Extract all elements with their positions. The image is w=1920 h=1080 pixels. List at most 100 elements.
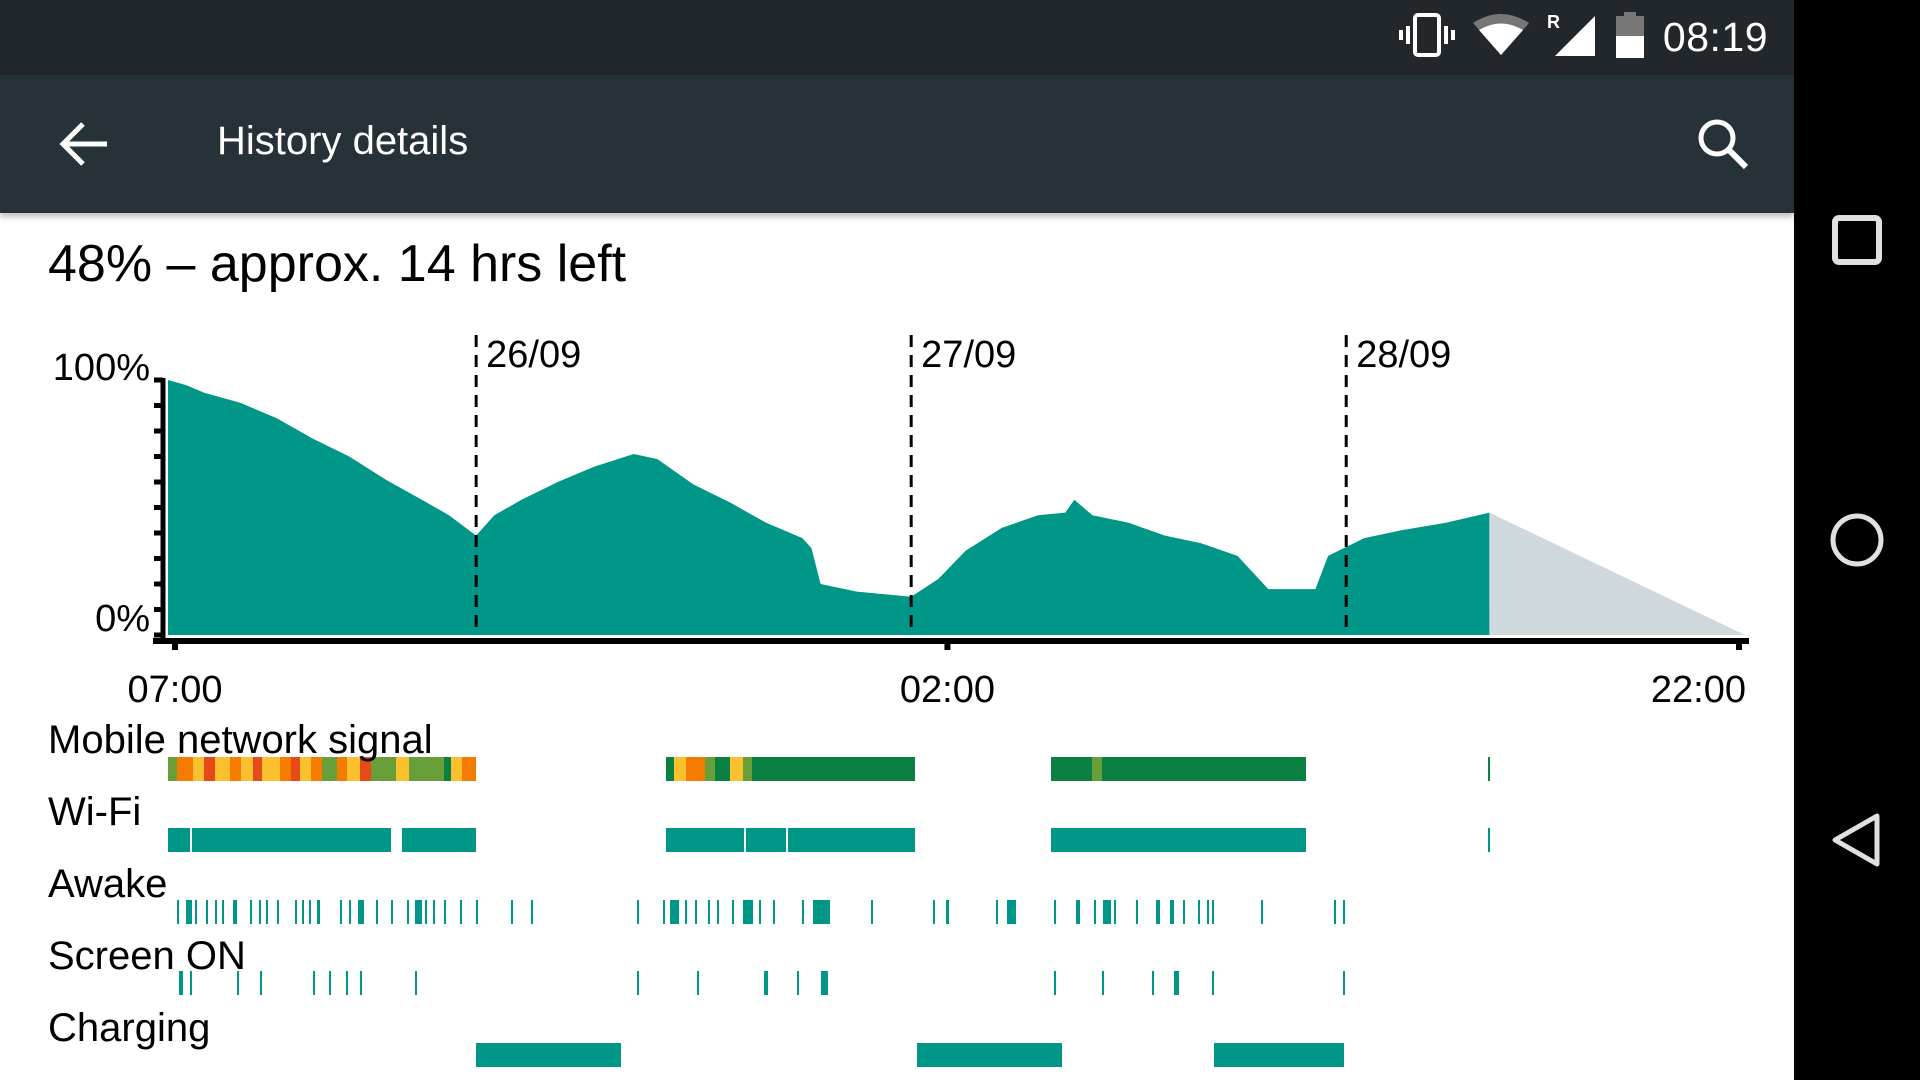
awake-segment [432, 900, 435, 924]
awake-segment [316, 900, 321, 924]
awake-segment [1333, 900, 1336, 924]
screen-on-segment [697, 971, 700, 995]
awake-segment [390, 900, 393, 924]
charging-track [0, 1043, 1794, 1067]
mobile-network-signal-segment [443, 757, 451, 781]
wifi-segment [168, 828, 190, 852]
awake-segment [309, 900, 312, 924]
awake-segment [1155, 900, 1160, 924]
awake-segment [758, 900, 761, 924]
awake-segment [802, 900, 805, 924]
wifi-segment [401, 828, 477, 852]
awake-segment [195, 900, 198, 924]
awake-segment [1183, 900, 1186, 924]
awake-segment [662, 900, 665, 924]
awake-segment [1197, 900, 1200, 924]
screen-on-segment [796, 971, 799, 995]
awake-segment [206, 900, 209, 924]
mobile-network-signal-segment [1050, 757, 1093, 781]
nav-back-button[interactable] [1817, 800, 1897, 880]
mobile-network-signal-segment [1092, 757, 1102, 781]
mobile-network-signal-segment [704, 757, 716, 781]
screen-on-segment [1101, 971, 1104, 995]
roaming-indicator: R [1547, 12, 1560, 32]
screen-on-segment [1342, 971, 1345, 995]
awake-segment [265, 900, 268, 924]
back-button[interactable] [50, 111, 116, 177]
awake-segment [637, 900, 640, 924]
search-icon [1698, 119, 1749, 170]
screen-on-segment [820, 971, 828, 995]
awake-segment [510, 900, 513, 924]
awake-segment [1135, 900, 1138, 924]
awake-segment [349, 900, 352, 924]
battery-history-chart: 26/09 27/09 28/09 100% 0% 07:00 02:00 22:00 [53, 334, 1749, 710]
app-bar: History details [0, 75, 1794, 213]
charging-segment [1213, 1043, 1345, 1067]
awake-track [0, 900, 1794, 924]
status-bar: R 08:19 [0, 0, 1794, 75]
screen-on-segment [313, 971, 315, 995]
awake-segment [695, 900, 698, 924]
projected-battery-area [1489, 512, 1745, 635]
awake-segment [276, 900, 279, 924]
home-button[interactable] [1817, 500, 1897, 580]
screen-on-segment [360, 971, 363, 995]
awake-segment [249, 900, 252, 924]
search-button[interactable] [1688, 109, 1758, 179]
battery-icon [1615, 12, 1645, 63]
awake-segment [459, 900, 462, 924]
awake-segment [996, 900, 999, 924]
screen-on-track [0, 971, 1794, 995]
wifi-segment [1487, 828, 1490, 852]
screen-on-segment [1174, 971, 1180, 995]
awake-segment [1342, 900, 1345, 924]
awake-segment [1114, 900, 1117, 924]
screen-on-segment [414, 971, 417, 995]
date-marker-label: 27/09 [921, 334, 1016, 376]
awake-segment [443, 900, 446, 924]
awake-segment [358, 900, 364, 924]
awake-segment [233, 900, 237, 924]
awake-segment [177, 900, 180, 924]
mobile-network-signal-segment [751, 757, 915, 781]
recents-button[interactable] [1817, 200, 1897, 280]
awake-segment [530, 900, 533, 924]
awake-segment [742, 900, 754, 924]
navigation-bar [1794, 0, 1920, 1080]
clock: 08:19 [1662, 14, 1768, 60]
page-title: History details [217, 119, 469, 163]
wifi-segment [191, 828, 391, 852]
x-tick-label: 02:00 [900, 669, 995, 710]
charging-label: Charging [48, 1006, 211, 1050]
screen-on-segment [1152, 971, 1155, 995]
awake-segment [1170, 900, 1175, 924]
awake-label: Awake [48, 862, 168, 906]
awake-segment [773, 900, 776, 924]
date-marker-label: 28/09 [1356, 334, 1451, 376]
awake-segment [302, 900, 305, 924]
wifi-segment [1050, 828, 1307, 852]
mobile-network-signal-segment [666, 757, 674, 781]
screen-on-segment [1212, 971, 1215, 995]
x-tick-label: 22:00 [1651, 669, 1746, 710]
awake-segment [731, 900, 734, 924]
awake-segment [871, 900, 874, 924]
awake-segment [670, 900, 680, 924]
vibrate-icon [1398, 12, 1455, 63]
awake-segment [186, 900, 192, 924]
awake-segment [813, 900, 830, 924]
awake-segment [708, 900, 711, 924]
screen: R 08:19 History details 48% – approx. 14… [0, 0, 1794, 1080]
x-tick-label: 07:00 [127, 669, 222, 710]
roaming-signal-icon: R [1547, 12, 1597, 63]
screen-on-segment [329, 971, 332, 995]
arrow-back-icon [59, 122, 107, 166]
awake-segment [294, 900, 297, 924]
awake-segment [1054, 900, 1057, 924]
y-tick-label: 0% [95, 598, 150, 640]
awake-segment [414, 900, 422, 924]
screen-on-label: Screen ON [48, 934, 246, 978]
mobile-network-signal-segment [673, 757, 687, 781]
awake-segment [376, 900, 379, 924]
